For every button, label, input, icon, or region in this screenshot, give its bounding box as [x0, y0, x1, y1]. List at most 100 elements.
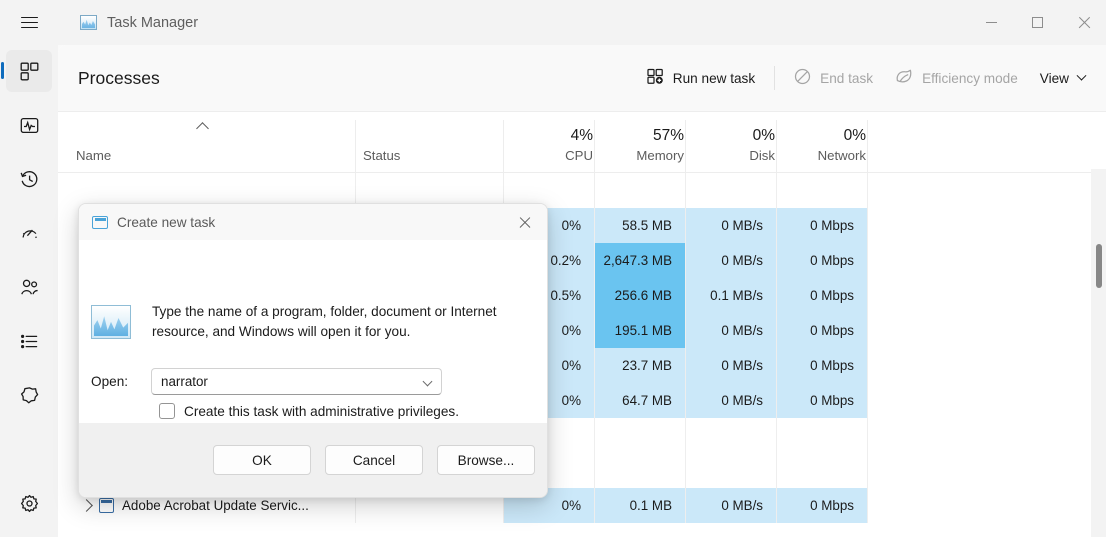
view-button[interactable]: View: [1029, 61, 1096, 95]
dialog-description: Type the name of a program, folder, docu…: [152, 304, 497, 339]
sidebar-item-performance[interactable]: [6, 104, 52, 146]
column-divider: [685, 173, 686, 523]
column-divider[interactable]: [355, 120, 356, 172]
close-icon: [519, 216, 531, 228]
process-icon: [99, 498, 114, 513]
window-icon: [92, 215, 108, 229]
cell-disk: 0 MB/s: [721, 393, 763, 408]
prohibition-circle-icon: [794, 68, 811, 88]
add-window-icon: [647, 68, 664, 88]
column-divider[interactable]: [776, 120, 777, 172]
startup-speedometer-icon: [20, 224, 39, 243]
task-manager-icon: [80, 15, 97, 30]
leaf-icon: [895, 68, 913, 88]
window-controls: [968, 0, 1106, 45]
efficiency-mode-label: Efficiency mode: [922, 70, 1018, 86]
cell-memory: 64.7 MB: [622, 393, 672, 408]
column-header-status[interactable]: Status: [363, 148, 400, 163]
cell-disk: [685, 453, 776, 488]
cell-disk: 0 MB/s: [721, 323, 763, 338]
vertical-scrollbar[interactable]: [1091, 169, 1106, 537]
minimize-button[interactable]: [968, 0, 1014, 45]
admin-privileges-checkbox-row[interactable]: Create this task with administrative pri…: [159, 403, 459, 419]
ok-button[interactable]: OK: [213, 445, 311, 475]
cancel-button[interactable]: Cancel: [325, 445, 423, 475]
dialog-titlebar: Create new task: [79, 204, 547, 240]
column-header-network[interactable]: 0% Network: [781, 127, 866, 163]
cell-disk: 0 MB/s: [721, 253, 763, 268]
cell-network: 0 Mbps: [810, 358, 854, 373]
end-task-button[interactable]: End task: [783, 61, 884, 95]
column-header-disk[interactable]: 0% Disk: [695, 127, 775, 163]
cell-memory: 195.1 MB: [614, 323, 672, 338]
sidebar-item-settings[interactable]: [6, 485, 52, 527]
services-gear-cog-icon: [20, 386, 39, 405]
cell-network: 0 Mbps: [810, 288, 854, 303]
toolbar-actions: Run new task End task Efficiency mode Vi…: [636, 45, 1096, 111]
cell-disk: 0.1 MB/s: [710, 288, 763, 303]
cell-memory: 23.7 MB: [622, 358, 672, 373]
open-input-value: narrator: [161, 374, 208, 389]
scrollbar-thumb[interactable]: [1096, 244, 1102, 288]
cell-memory: 2,647.3 MB: [603, 253, 672, 268]
maximize-button[interactable]: [1014, 0, 1060, 45]
minimize-icon: [985, 21, 997, 24]
cell-network: 0 Mbps: [810, 218, 854, 233]
process-name-label: Adobe Acrobat Update Servic...: [122, 498, 309, 513]
run-new-task-button[interactable]: Run new task: [636, 61, 766, 95]
settings-gear-icon: [20, 494, 39, 518]
cell-memory: 256.6 MB: [614, 288, 672, 303]
column-divider[interactable]: [503, 120, 504, 172]
column-divider: [594, 173, 595, 523]
dialog-title: Create new task: [117, 214, 216, 230]
column-divider[interactable]: [685, 120, 686, 172]
task-manager-window: Task Manager Processes Run new task End …: [0, 0, 1106, 537]
window-titlebar: Task Manager: [0, 0, 1106, 45]
column-divider[interactable]: [867, 120, 868, 172]
sidebar-item-processes[interactable]: [1, 50, 52, 92]
chevron-down-icon[interactable]: [422, 376, 433, 387]
cell-memory: 0.1 MB: [629, 498, 672, 513]
column-divider[interactable]: [594, 120, 595, 172]
users-icon: [20, 278, 39, 297]
history-clock-icon: [20, 170, 39, 189]
browse-button[interactable]: Browse...: [437, 445, 535, 475]
column-header-disk-label: Disk: [749, 148, 775, 163]
window-title: Task Manager: [107, 14, 199, 31]
performance-icon: [20, 116, 39, 135]
column-divider: [776, 173, 777, 523]
cell-disk: 0 MB/s: [721, 218, 763, 233]
sidebar-item-startup-apps[interactable]: [6, 212, 52, 254]
cell-disk: 0 MB/s: [721, 498, 763, 513]
expand-chevron-icon[interactable]: [80, 499, 93, 512]
column-header-memory[interactable]: 57% Memory: [604, 127, 684, 163]
sidebar-item-details[interactable]: [6, 320, 52, 362]
cell-network: 0 Mbps: [810, 253, 854, 268]
column-divider: [867, 173, 868, 523]
efficiency-mode-button[interactable]: Efficiency mode: [884, 61, 1029, 95]
dialog-close-button[interactable]: [502, 204, 547, 240]
view-label: View: [1039, 70, 1069, 86]
chevron-down-icon: [1076, 70, 1087, 81]
disk-total-value: 0%: [752, 127, 775, 144]
column-header-cpu[interactable]: 4% CPU: [513, 127, 593, 163]
task-manager-icon: [91, 305, 131, 339]
column-header-cpu-label: CPU: [565, 148, 593, 163]
sidebar-item-app-history[interactable]: [6, 158, 52, 200]
column-header-network-label: Network: [817, 148, 866, 163]
cell-network: 0 Mbps: [810, 323, 854, 338]
create-new-task-dialog: Create new task Type the name of a progr…: [78, 203, 548, 498]
admin-privileges-checkbox[interactable]: [159, 403, 175, 419]
close-button[interactable]: [1060, 0, 1106, 45]
open-label: Open:: [91, 374, 129, 389]
sidebar-item-users[interactable]: [6, 266, 52, 308]
cell-disk: 0 MB/s: [721, 358, 763, 373]
column-header-name-label: Name: [76, 148, 112, 163]
cell-network: [776, 418, 867, 453]
hamburger-menu-icon[interactable]: [6, 1, 52, 45]
cell-network: [776, 453, 867, 488]
column-header-name[interactable]: Name: [76, 148, 111, 163]
open-input[interactable]: narrator: [151, 368, 442, 395]
sidebar-item-services[interactable]: [6, 374, 52, 416]
cell-memory: [594, 418, 685, 453]
